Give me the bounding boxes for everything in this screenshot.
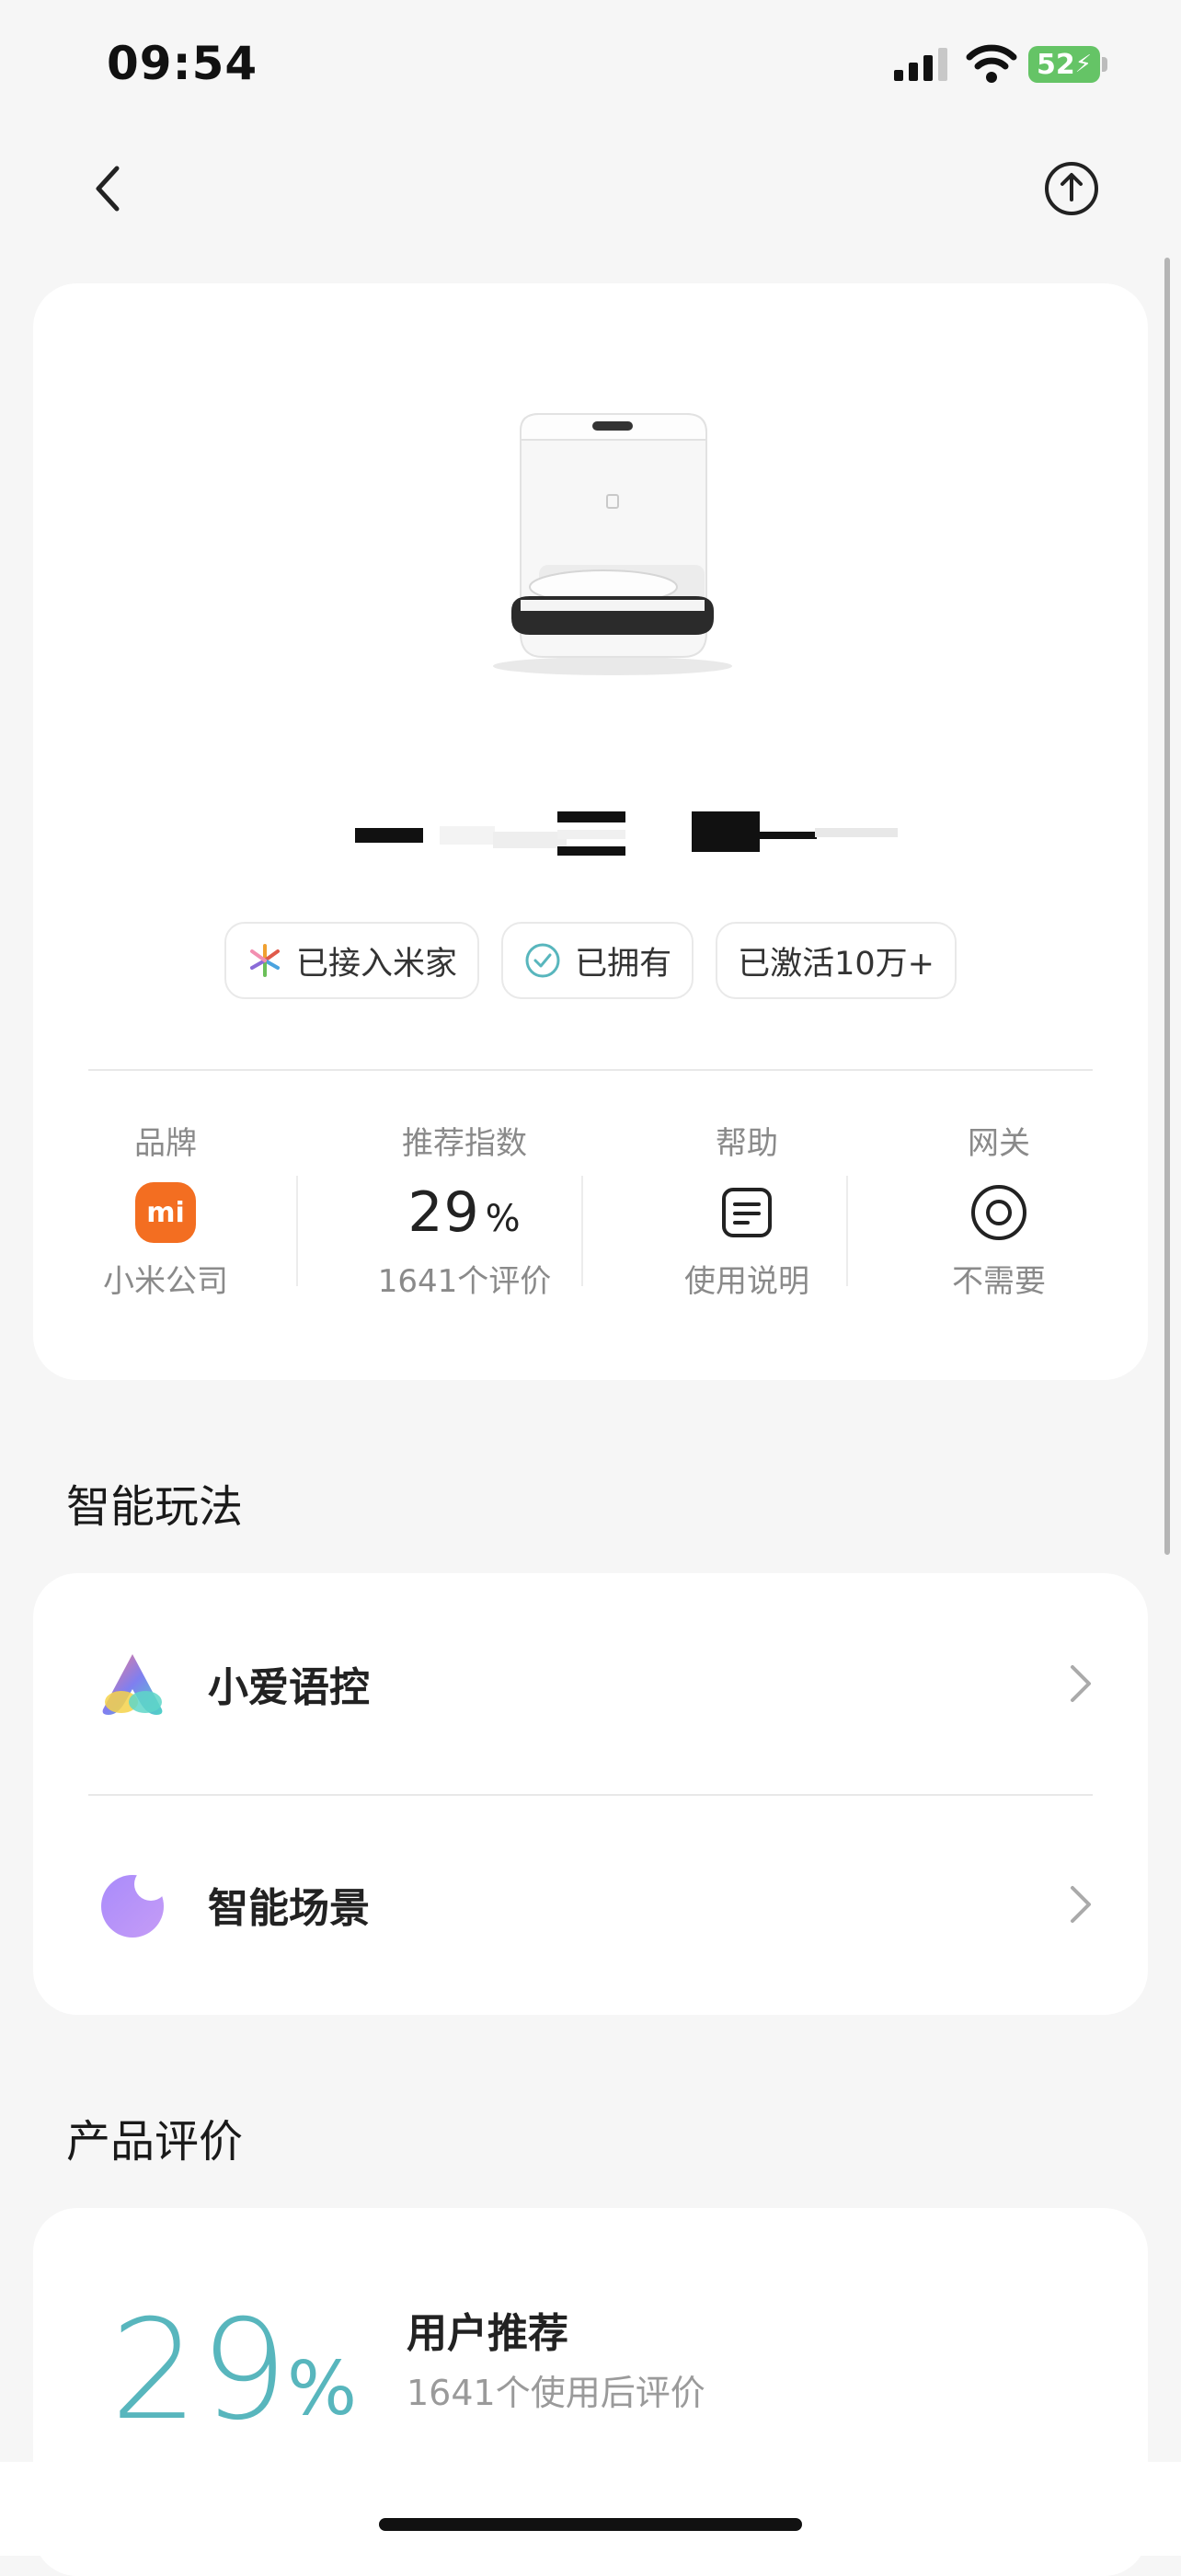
- xiaoai-icon: [102, 1654, 163, 1715]
- review-score-unit: %: [287, 2346, 358, 2432]
- status-bar: 09:54 52 ⚡: [0, 0, 1181, 138]
- stat-recommend-label: 推荐指数: [402, 1125, 527, 1162]
- smart-section-title: 智能玩法: [66, 1481, 244, 1533]
- scene-moon-icon: [101, 1868, 167, 1938]
- review-count: 1641个使用后评价: [407, 2373, 705, 2413]
- stat-gateway-sub: 不需要: [952, 1263, 1046, 1300]
- mijia-flower-icon: [250, 944, 281, 977]
- card-divider: [88, 1069, 1093, 1071]
- stat-help[interactable]: 帮助 使用说明: [609, 1121, 885, 1305]
- stat-recommend-value: 29%: [407, 1180, 522, 1245]
- stat-separator: [581, 1176, 583, 1286]
- list-item-scene[interactable]: 智能场景: [33, 1794, 1148, 2015]
- badge-owned: 已拥有: [501, 922, 694, 999]
- redacted-product-name: [355, 811, 898, 856]
- gateway-icon: [971, 1185, 1026, 1240]
- stat-recommend-sub: 1641个评价: [377, 1263, 552, 1300]
- review-heading: 用户推荐: [407, 2310, 568, 2357]
- charging-bolt-icon: ⚡: [1074, 51, 1092, 78]
- scroll-indicator[interactable]: [1164, 258, 1170, 1555]
- smart-card: 小爱语控 智能场景: [33, 1573, 1148, 2015]
- home-indicator[interactable]: [379, 2518, 802, 2531]
- badge-activated: 已激活10万+: [716, 922, 957, 999]
- stat-separator: [846, 1176, 848, 1286]
- chevron-right-icon: [1071, 1665, 1091, 1702]
- stat-help-sub: 使用说明: [684, 1263, 809, 1300]
- badge-mijia: 已接入米家: [224, 922, 480, 999]
- list-item-label: 小爱语控: [208, 1664, 370, 1711]
- battery-indicator: 52 ⚡: [1028, 46, 1100, 83]
- chevron-left-icon: [96, 166, 120, 212]
- badge-owned-label: 已拥有: [575, 945, 672, 983]
- product-image: [493, 413, 732, 675]
- back-button[interactable]: [66, 147, 149, 230]
- stat-recommend[interactable]: 推荐指数 29% 1641个评价: [331, 1121, 598, 1305]
- mi-logo-icon: mi: [135, 1182, 196, 1243]
- wifi-icon: [966, 44, 1017, 83]
- battery-level: 52: [1036, 48, 1075, 81]
- bottom-safe-area: [0, 2462, 1181, 2556]
- stat-help-label: 帮助: [716, 1125, 778, 1162]
- share-button[interactable]: [1030, 147, 1113, 230]
- check-circle-icon: [525, 943, 560, 978]
- list-item-label: 智能场景: [208, 1885, 370, 1932]
- stat-separator: [296, 1176, 298, 1286]
- document-icon: [722, 1188, 772, 1237]
- status-time: 09:54: [107, 37, 258, 90]
- chevron-right-icon: [1071, 1886, 1091, 1923]
- badge-activated-label: 已激活10万+: [738, 945, 934, 983]
- cellular-signal-icon: [894, 48, 947, 81]
- product-card: 已接入米家 已拥有 已激活10万+ 品牌 mi 小米公司 推荐指数 29% 16…: [33, 283, 1148, 1380]
- battery-tip: [1102, 57, 1107, 72]
- stat-gateway-label: 网关: [968, 1125, 1030, 1162]
- list-item-xiaoai[interactable]: 小爱语控: [33, 1573, 1148, 1794]
- stat-brand[interactable]: 品牌 mi 小米公司: [64, 1121, 267, 1305]
- stat-brand-label: 品牌: [134, 1125, 197, 1162]
- share-icon: [1045, 162, 1098, 215]
- review-score: 29: [110, 2291, 290, 2451]
- badge-row: 已接入米家 已拥有 已激活10万+: [33, 922, 1148, 999]
- badge-mijia-label: 已接入米家: [296, 945, 458, 983]
- stat-gateway[interactable]: 网关 不需要: [879, 1121, 1118, 1305]
- review-section-title: 产品评价: [66, 2116, 244, 2168]
- stats-row: 品牌 mi 小米公司 推荐指数 29% 1641个评价 帮助 使用说明 网关 不…: [33, 1121, 1148, 1341]
- stat-brand-sub: 小米公司: [103, 1263, 228, 1300]
